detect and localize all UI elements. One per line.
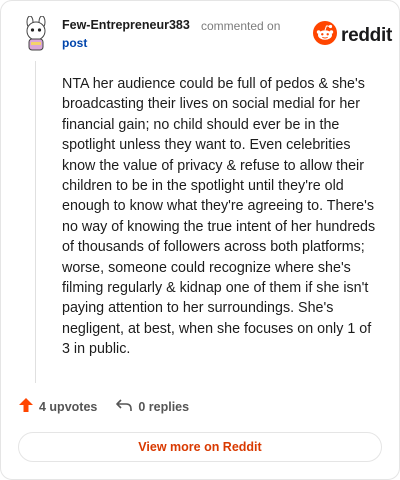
upvote-button[interactable]: 4 upvotes xyxy=(18,397,97,416)
reddit-comment-embed-card: Few-Entrepreneur383 commented on post re… xyxy=(0,0,400,480)
commented-on-text: commented on xyxy=(201,19,281,33)
reply-count: 0 replies xyxy=(138,399,190,414)
upvote-arrow-icon[interactable] xyxy=(18,397,34,416)
reply-arrow-icon[interactable] xyxy=(115,397,133,416)
comment-body: NTA her audience could be full of pedos … xyxy=(62,76,376,358)
reddit-wordmark: reddit xyxy=(341,24,392,46)
reddit-logo[interactable]: reddit xyxy=(313,21,392,50)
comment-actions: 4 upvotes 0 replies xyxy=(18,397,189,416)
view-more-button[interactable]: View more on Reddit xyxy=(18,432,382,462)
reddit-snoo-icon xyxy=(313,21,337,50)
snoo-avatar-icon[interactable] xyxy=(18,15,54,52)
replies-button[interactable]: 0 replies xyxy=(115,397,189,416)
comment-author[interactable]: Few-Entrepreneur383 xyxy=(62,18,190,32)
post-link[interactable]: post xyxy=(62,36,87,50)
upvote-count: 4 upvotes xyxy=(39,399,98,414)
thread-line xyxy=(35,61,36,383)
